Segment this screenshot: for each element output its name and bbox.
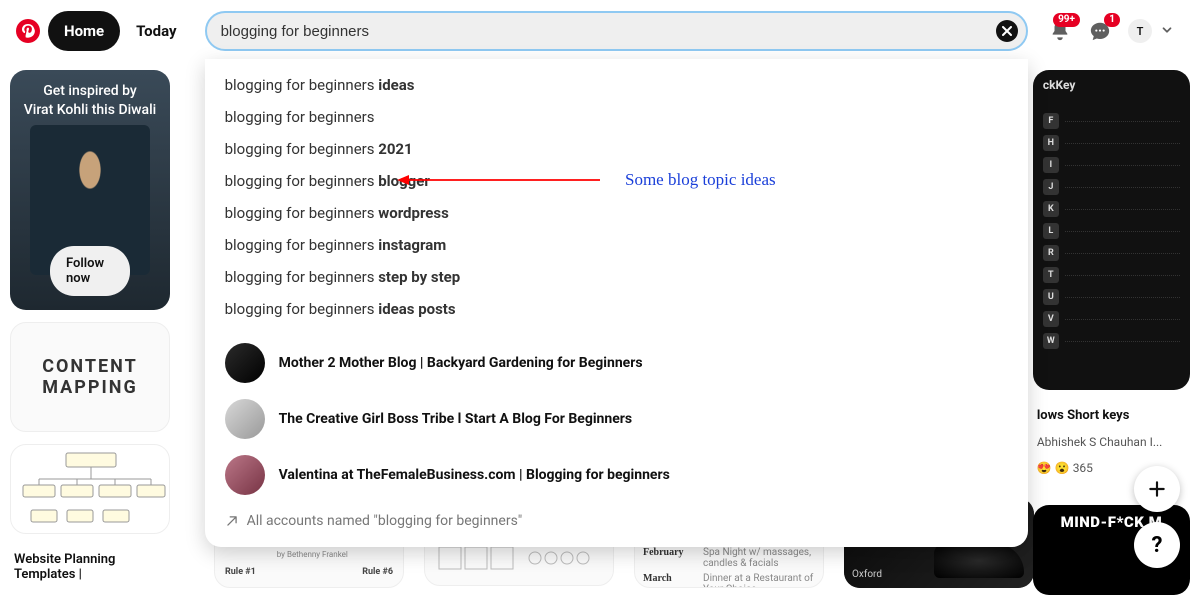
search-suggestion[interactable]: blogging for beginners wordpress xyxy=(205,197,1028,229)
chevron-down-icon[interactable] xyxy=(1160,22,1184,41)
search-suggestion[interactable]: blogging for beginners ideas xyxy=(205,69,1028,101)
shortcut-row: J xyxy=(1043,176,1180,198)
shortcut-row: T xyxy=(1043,264,1180,286)
profile-avatar xyxy=(225,343,265,383)
shortcut-row: W xyxy=(1043,330,1180,352)
search-suggestion[interactable]: blogging for beginners blogger xyxy=(205,165,1028,197)
arrow-up-right-icon xyxy=(225,514,239,528)
pin-kohli[interactable]: Get inspired by Virat Kohli this Diwali … xyxy=(10,70,170,310)
search-suggestion[interactable]: blogging for beginners instagram xyxy=(205,229,1028,261)
messages-icon[interactable]: 1 xyxy=(1080,11,1120,51)
profile-suggestion[interactable]: The Creative Girl Boss Tribe l Start A B… xyxy=(205,391,1028,447)
search-suggestion[interactable]: blogging for beginners ideas posts xyxy=(205,293,1028,325)
top-header: Home Today blogging for beginners ideasb… xyxy=(0,0,1200,62)
nav-today[interactable]: Today xyxy=(120,11,192,51)
follow-button[interactable]: Follow now xyxy=(50,246,130,296)
pin-content-mapping[interactable]: CONTENT MAPPING xyxy=(10,322,170,432)
shortcut-row: R xyxy=(1043,242,1180,264)
pin-caption: Website Planning Templates | xyxy=(10,546,170,582)
create-button[interactable] xyxy=(1134,466,1180,512)
account-avatar[interactable]: T xyxy=(1120,11,1160,51)
nav-home[interactable]: Home xyxy=(48,11,120,51)
question-icon: ? xyxy=(1152,533,1163,558)
shortcut-row: F xyxy=(1043,110,1180,132)
search-input[interactable] xyxy=(221,23,990,40)
message-badge: 1 xyxy=(1104,13,1120,27)
search-wrap: blogging for beginners ideasblogging for… xyxy=(205,11,1028,51)
shortcut-row: U xyxy=(1043,286,1180,308)
notification-badge: 99+ xyxy=(1053,13,1080,27)
pinterest-logo-icon[interactable] xyxy=(16,19,40,43)
search-suggestion[interactable]: blogging for beginners 2021 xyxy=(205,133,1028,165)
notifications-icon[interactable]: 99+ xyxy=(1040,11,1080,51)
profile-suggestion[interactable]: Valentina at TheFemaleBusiness.com | Blo… xyxy=(205,447,1028,503)
profile-avatar xyxy=(225,455,265,495)
pin-shortkeys-author: Abhishek S Chauhan I... xyxy=(1033,435,1190,449)
pin-kohli-title: Get inspired by Virat Kohli this Diwali xyxy=(10,82,170,120)
search-suggestion-dropdown: blogging for beginners ideasblogging for… xyxy=(205,59,1028,547)
pin-shortkeys[interactable]: ckKey FHIJKLRTUVW xyxy=(1033,70,1190,390)
help-button[interactable]: ? xyxy=(1134,522,1180,568)
plus-icon xyxy=(1147,479,1167,499)
search-box[interactable] xyxy=(205,11,1028,51)
shortcut-row: I xyxy=(1043,154,1180,176)
all-accounts-label: All accounts named "blogging for beginne… xyxy=(247,513,523,529)
search-suggestion[interactable]: blogging for beginners xyxy=(205,101,1028,133)
shortcut-row: L xyxy=(1043,220,1180,242)
profile-name: Mother 2 Mother Blog | Backyard Gardenin… xyxy=(279,355,643,371)
search-clear-icon[interactable] xyxy=(996,20,1018,42)
pin-shortkeys-title: lows Short keys xyxy=(1033,402,1190,423)
profile-name: Valentina at TheFemaleBusiness.com | Blo… xyxy=(279,467,670,483)
profile-suggestion[interactable]: Mother 2 Mother Blog | Backyard Gardenin… xyxy=(205,335,1028,391)
shortcut-row: H xyxy=(1043,132,1180,154)
shortcut-row: K xyxy=(1043,198,1180,220)
pin-flowchart[interactable] xyxy=(10,444,170,534)
all-accounts-link[interactable]: All accounts named "blogging for beginne… xyxy=(205,503,1028,533)
shortcut-row: V xyxy=(1043,308,1180,330)
profile-name: The Creative Girl Boss Tribe l Start A B… xyxy=(279,411,633,427)
profile-avatar xyxy=(225,399,265,439)
search-suggestion[interactable]: blogging for beginners step by step xyxy=(205,261,1028,293)
